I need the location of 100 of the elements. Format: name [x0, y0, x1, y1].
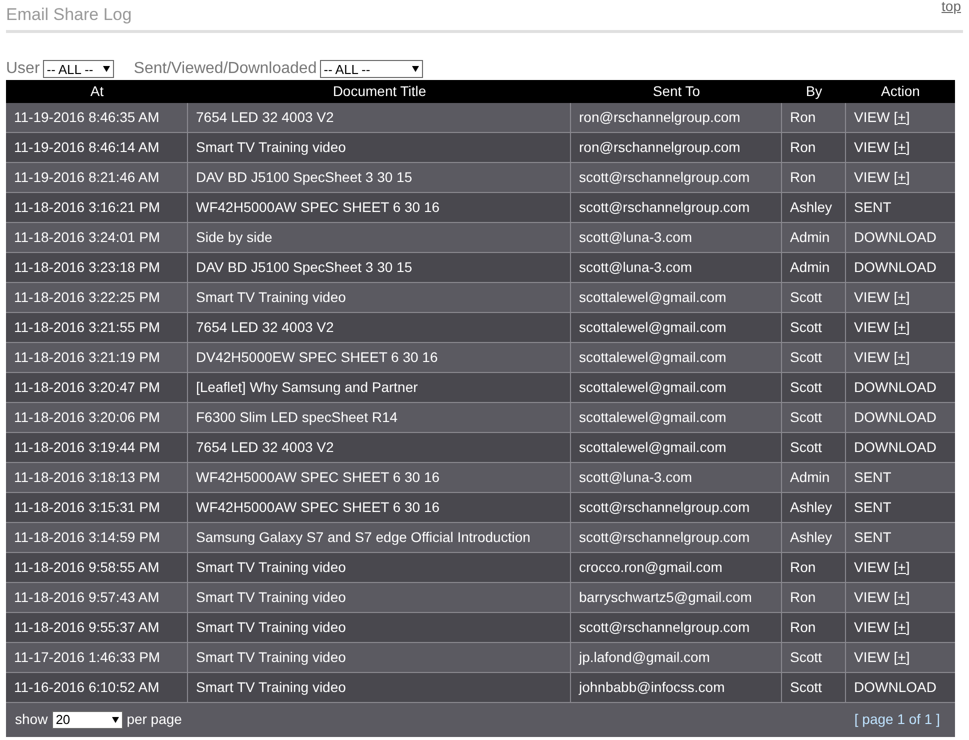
table-cell-text: Smart TV Training video	[196, 648, 346, 667]
pagination-text: [ page 1 of 1 ]	[854, 710, 940, 729]
table-cell-text: Admin	[790, 468, 830, 486]
table-cell-text: Admin	[790, 228, 830, 246]
caret-icon	[112, 716, 119, 722]
table-cell-text: scott@luna-3.com	[579, 228, 692, 246]
table-cell-text: scottalewel@gmail.com	[579, 408, 726, 427]
page-title: Email Share Log	[6, 4, 132, 26]
table-cell-text: Scott	[790, 348, 822, 366]
table-cell-text: Ron	[790, 618, 816, 636]
filter-label: User	[6, 59, 40, 79]
table-cell-text: SENT	[854, 468, 892, 486]
table-cell-text: 11-18-2016 3:21:55 PM	[14, 318, 160, 336]
details-link[interactable]: [+]	[894, 136, 910, 158]
table-cell-text: Scott	[790, 648, 822, 666]
details-link[interactable]: [+]	[894, 586, 910, 608]
table-cell-text: 11-18-2016 3:22:25 PM	[14, 288, 160, 306]
table-cell-text: VIEW	[854, 288, 890, 306]
table-cell-text: Smart TV Training video	[196, 138, 346, 157]
table-cell-text: scott@rschannelgroup.com	[579, 498, 750, 517]
filter-select[interactable]: -- ALL --	[320, 60, 423, 78]
table-cell-text: scottalewel@gmail.com	[579, 348, 726, 367]
table-cell-text: scottalewel@gmail.com	[579, 378, 726, 397]
table-cell-text: Smart TV Training video	[196, 558, 346, 577]
table-cell-text: johnbabb@infocss.com	[579, 678, 725, 697]
table-cell-text: VIEW	[854, 318, 890, 336]
table-cell-text: Smart TV Training video	[196, 678, 346, 697]
details-link[interactable]: [+]	[894, 646, 910, 668]
table-cell-text: 7654 LED 32 4003 V2	[196, 108, 334, 126]
table-cell-text: VIEW	[854, 648, 890, 666]
table-cell-text: Smart TV Training video	[196, 588, 346, 607]
details-link[interactable]: [+]	[894, 316, 910, 338]
table-cell-text: Ron	[790, 558, 816, 576]
details-link[interactable]: [+]	[894, 286, 910, 308]
table-cell-text: Smart TV Training video	[196, 618, 346, 637]
table-cell-text: DAV BD J5100 SpecSheet 3 30 15	[196, 258, 412, 277]
table-cell-text: VIEW	[854, 108, 890, 126]
table-cell-text: 11-18-2016 3:20:47 PM	[14, 378, 160, 396]
table-cell-text: 11-19-2016 8:21:46 AM	[14, 168, 160, 186]
per-page-label: per page	[126, 710, 182, 729]
table-cell-text: 7654 LED 32 4003 V2	[196, 438, 334, 456]
table-cell-text: Ron	[790, 138, 816, 156]
table-cell-text: VIEW	[854, 168, 890, 186]
table-cell-text: 11-18-2016 9:55:37 AM	[14, 618, 160, 636]
table-cell-text: Ron	[790, 108, 816, 126]
table-cell-text: SENT	[854, 198, 892, 216]
table-cell-text: Ashley	[790, 498, 832, 517]
table-cell-text: Side by side	[196, 228, 272, 247]
table-cell-text: jp.lafond@gmail.com	[579, 648, 710, 667]
table-cell-text: WF42H5000AW SPEC SHEET 6 30 16	[196, 198, 440, 216]
filter-select[interactable]: -- ALL --	[42, 60, 114, 78]
table-cell-text: 11-19-2016 8:46:14 AM	[14, 138, 160, 156]
table-cell-text: DAV BD J5100 SpecSheet 3 30 15	[196, 168, 412, 187]
table-cell-text: scott@luna-3.com	[579, 468, 692, 486]
details-link[interactable]: [+]	[894, 346, 910, 368]
table-cell-text: Ashley	[790, 198, 832, 217]
table-cell-text: Scott	[790, 408, 822, 426]
table-cell-text: scottalewel@gmail.com	[579, 438, 726, 457]
table-cell-text: 11-18-2016 9:57:43 AM	[14, 588, 160, 606]
column-header: Document Title	[332, 82, 426, 100]
table-cell-text: Scott	[790, 318, 822, 336]
table-cell-text: 11-18-2016 3:15:31 PM	[14, 498, 160, 516]
table-cell-text: scott@luna-3.com	[579, 258, 692, 276]
table-cell-text: 11-18-2016 3:20:06 PM	[14, 408, 160, 426]
table-cell-text: barryschwartz5@gmail.com	[579, 588, 752, 607]
per-page-select[interactable]: 20	[52, 710, 123, 728]
table-cell-text: VIEW	[854, 588, 890, 606]
table-cell-text: 11-19-2016 8:46:35 AM	[14, 108, 160, 126]
table-cell-text: ron@rschannelgroup.com	[579, 108, 740, 127]
table-cell-text: Scott	[790, 288, 822, 306]
table-cell-text: Ron	[790, 168, 816, 186]
table-cell-text: scott@rschannelgroup.com	[579, 618, 750, 637]
details-link[interactable]: [+]	[894, 616, 910, 638]
table-cell-text: scott@rschannelgroup.com	[579, 528, 750, 547]
table-cell-text: DV42H5000EW SPEC SHEET 6 30 16	[196, 348, 438, 366]
table-cell-text: scott@rschannelgroup.com	[579, 168, 750, 187]
table-cell-text: Ron	[790, 588, 816, 606]
table-cell-text: 7654 LED 32 4003 V2	[196, 318, 334, 336]
table-cell-text: ron@rschannelgroup.com	[579, 138, 740, 157]
table-cell-text: scottalewel@gmail.com	[579, 318, 726, 337]
table-cell-text: 11-18-2016 3:21:19 PM	[14, 348, 160, 366]
table-cell-text: 11-18-2016 3:19:44 PM	[14, 438, 160, 456]
top-link[interactable]: top	[942, 0, 961, 28]
table-cell-text: F6300 Slim LED specSheet R14	[196, 408, 398, 427]
table-cell-text: Scott	[790, 678, 822, 696]
table-cell-text: SENT	[854, 498, 892, 516]
table-cell-text: DOWNLOAD	[854, 228, 936, 246]
column-header: Action	[881, 82, 920, 100]
table-cell-text: WF42H5000AW SPEC SHEET 6 30 16	[196, 498, 440, 516]
table-cell-text: Scott	[790, 378, 822, 396]
table-cell-text: VIEW	[854, 558, 890, 576]
details-link[interactable]: [+]	[894, 166, 910, 188]
table-cell-text: Samsung Galaxy S7 and S7 edge Official Introduction	[196, 528, 530, 547]
table-cell-text: scottalewel@gmail.com	[579, 288, 726, 307]
details-link[interactable]: [+]	[894, 556, 910, 578]
table-cell-text: VIEW	[854, 348, 890, 366]
details-link[interactable]: [+]	[894, 106, 910, 128]
table-cell-text: WF42H5000AW SPEC SHEET 6 30 16	[196, 468, 440, 486]
table-cell-text: 11-18-2016 9:58:55 AM	[14, 558, 160, 576]
table-cell-text: 11-18-2016 3:14:59 PM	[14, 528, 160, 546]
